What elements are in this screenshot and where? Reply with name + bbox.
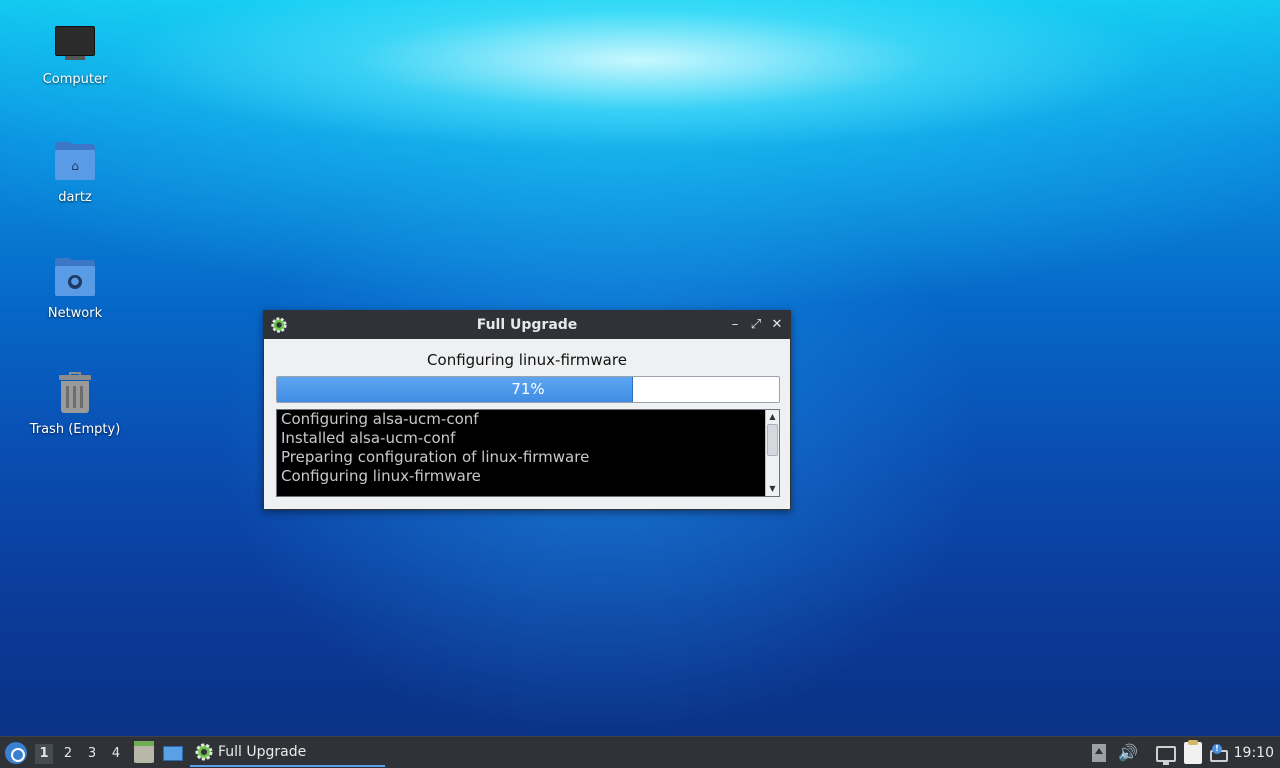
volume-icon[interactable]: 🔊 [1118,743,1138,763]
tray-up-arrow-icon[interactable] [1092,744,1106,762]
network-icon[interactable] [1156,746,1176,765]
taskbar: 1 2 3 4 Full Upgrade 🔊 ! 19:10 [0,736,1280,768]
home-folder-icon: ⌂ [53,140,97,184]
gear-icon [195,743,213,761]
clock[interactable]: 19:10 [1234,737,1274,768]
full-upgrade-window: Full Upgrade – ⤢ ✕ Configuring linux-fir… [263,310,791,510]
trash-icon [53,372,97,416]
clipboard-icon[interactable] [1184,740,1202,764]
close-button[interactable]: ✕ [768,316,786,334]
show-desktop-icon[interactable] [163,746,183,761]
scroll-thumb[interactable] [767,424,778,456]
maximize-button[interactable]: ⤢ [747,316,765,334]
log-line: Installed alsa-ucm-conf [281,429,456,447]
task-label: Full Upgrade [218,744,307,760]
update-notifier-icon[interactable]: ! [1210,744,1230,762]
workspace-4-button[interactable]: 4 [107,744,125,764]
workspace-2-button[interactable]: 2 [59,744,77,764]
network-folder-icon: ● [53,256,97,300]
scroll-down-arrow-icon[interactable]: ▼ [766,483,779,495]
taskbar-task-full-upgrade[interactable]: Full Upgrade [190,739,385,767]
desktop-icon-network[interactable]: ● Network [20,256,130,321]
desktop-icon-label: Trash (Empty) [29,422,121,437]
desktop-icon-trash[interactable]: Trash (Empty) [20,372,130,437]
desktop-icon-computer[interactable]: Computer [20,22,130,87]
log-line: Preparing configuration of linux-firmwar… [281,448,590,466]
desktop-icon-label: Computer [42,72,108,87]
minimize-button[interactable]: – [726,316,744,334]
file-manager-launcher-icon[interactable] [134,741,154,763]
log-line: Configuring alsa-ucm-conf [281,410,479,428]
computer-icon [53,22,97,66]
workspace-3-button[interactable]: 3 [83,744,101,764]
window-titlebar[interactable]: Full Upgrade – ⤢ ✕ [264,311,790,339]
log-line: Configuring linux-firmware [281,467,481,485]
log-scrollbar[interactable]: ▲ ▼ [765,410,779,496]
upgrade-status-text: Configuring linux-firmware [427,351,627,369]
progress-percent-label: 71% [511,380,545,398]
scroll-up-arrow-icon[interactable]: ▲ [766,411,779,423]
workspace-1-button[interactable]: 1 [35,744,53,764]
upgrade-log-terminal[interactable]: Configuring alsa-ucm-conf Installed alsa… [276,409,780,497]
desktop-icon-home[interactable]: ⌂ dartz [20,140,130,205]
desktop-icon-label: Network [47,306,103,321]
upgrade-progress-bar: 71% [276,376,780,403]
window-title: Full Upgrade [476,317,578,333]
gear-icon [271,317,287,333]
desktop-icon-label: dartz [58,190,92,205]
start-menu-button[interactable] [5,742,27,764]
